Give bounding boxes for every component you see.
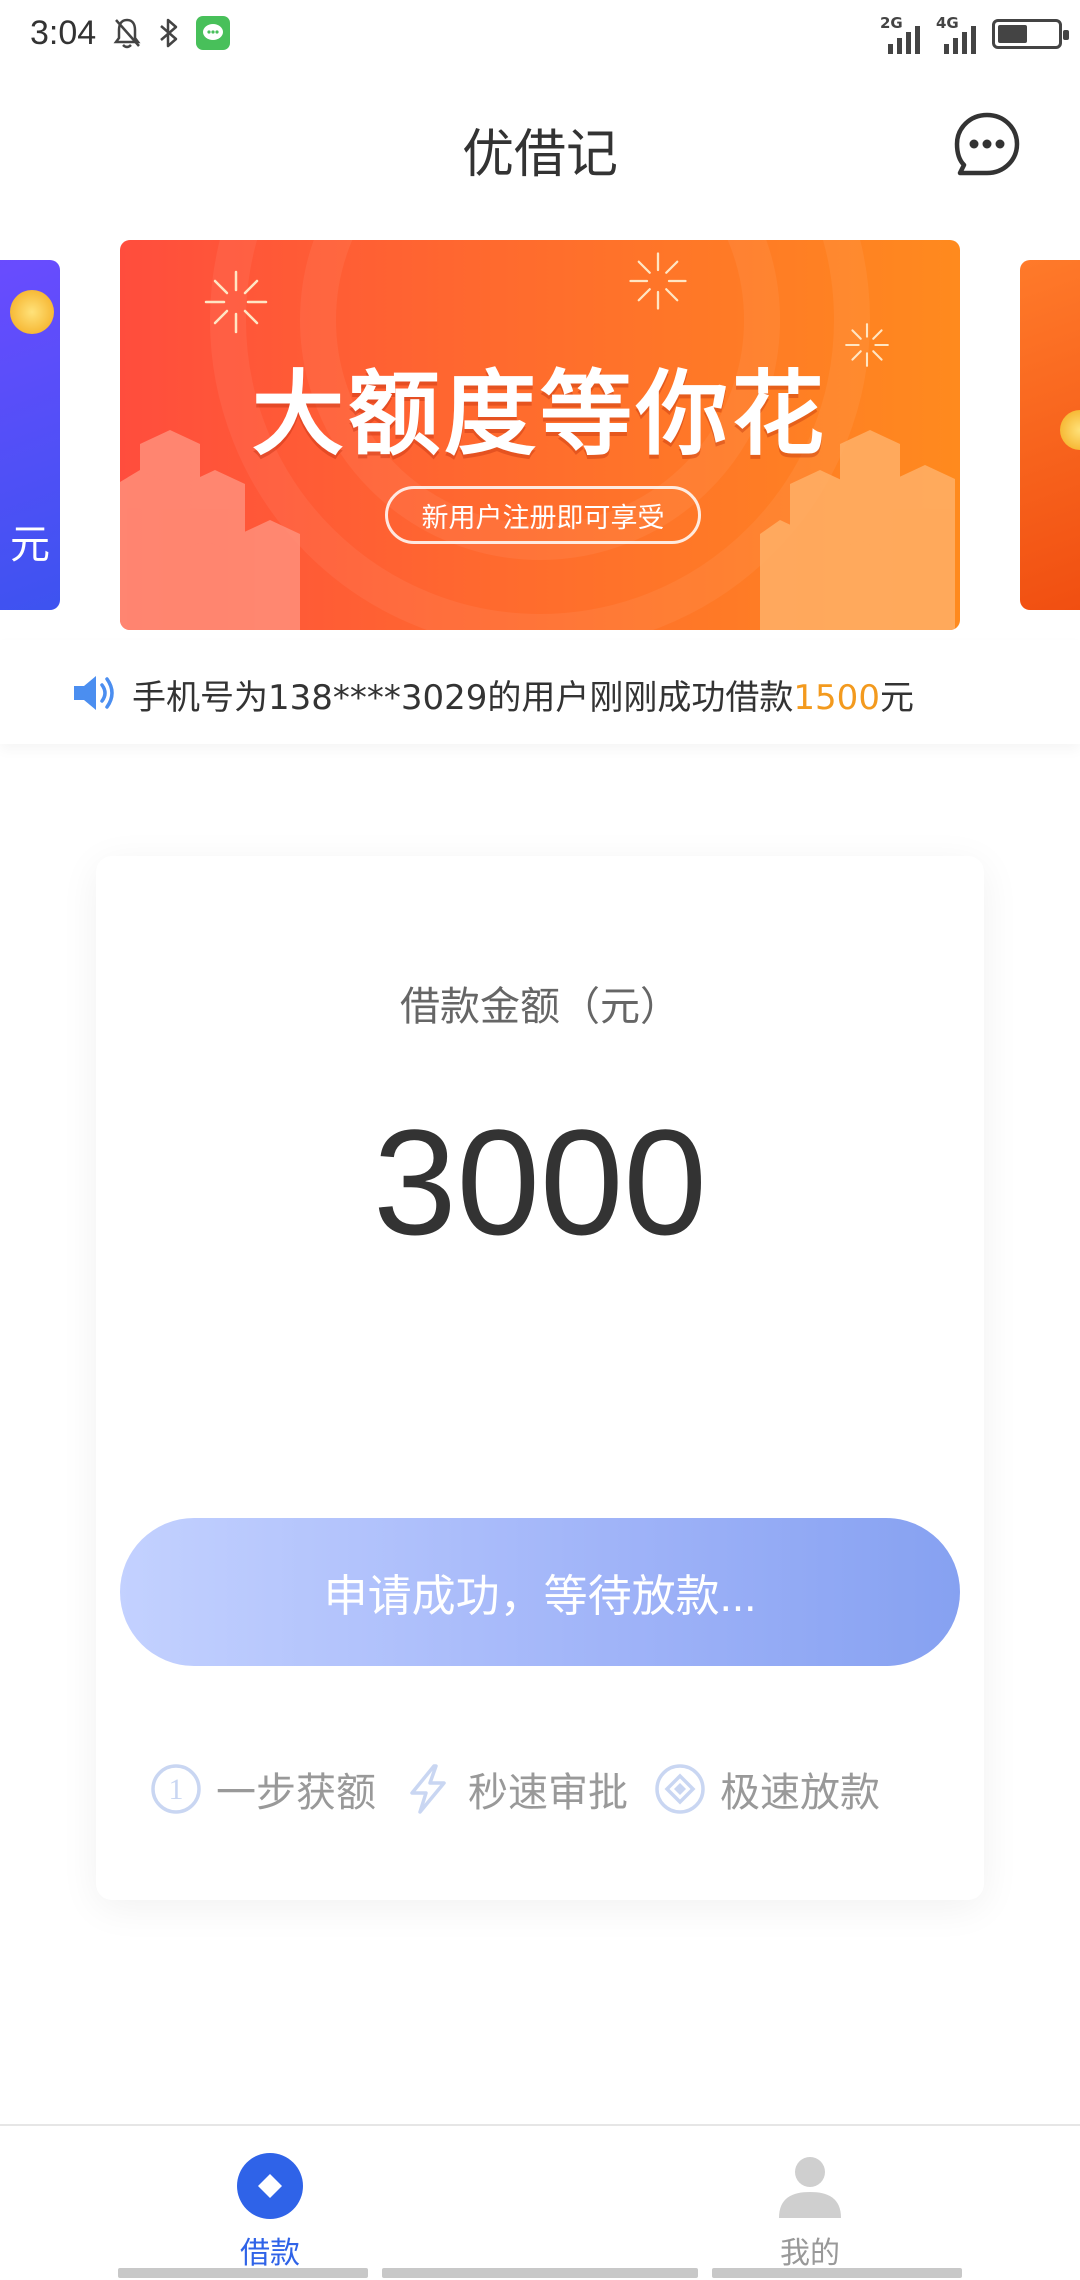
coin-icon xyxy=(10,290,54,334)
status-bar: 3:04 2G 4G xyxy=(0,0,1080,72)
feature-item: 极速放款 xyxy=(654,1760,880,1818)
feature-item: 1 一步获额 xyxy=(150,1760,376,1818)
banner-slide-previous[interactable]: 元 xyxy=(0,260,60,610)
gesture-bar-segment xyxy=(712,2268,962,2278)
app-header: 优借记 xyxy=(0,72,1080,212)
nav-label-mine: 我的 xyxy=(780,2236,840,2271)
lightning-icon xyxy=(410,1764,446,1814)
page-title: 优借记 xyxy=(461,125,618,185)
coin-icon xyxy=(1060,410,1080,450)
number-one-circle-icon: 1 xyxy=(151,1764,201,1814)
wechat-notification-icon xyxy=(196,16,230,50)
user-profile-icon xyxy=(779,2157,841,2218)
diamond-circle-icon xyxy=(655,1764,705,1814)
notice-text: 手机号为138****3029的用户刚刚成功借款1500元 xyxy=(132,678,914,718)
slide-char: 元 xyxy=(10,522,50,568)
feature-label: 一步获额 xyxy=(216,1770,376,1816)
customer-service-button[interactable] xyxy=(952,110,1022,180)
banner-title: 大额度等你花 xyxy=(251,361,828,468)
mute-bell-icon xyxy=(113,18,141,49)
bluetooth-icon xyxy=(160,18,178,48)
chat-bubble-icon xyxy=(954,112,1020,176)
status-button-label: 申请成功，等待放款... xyxy=(323,1572,757,1621)
signal-2g-icon: 2G xyxy=(880,14,922,54)
loan-card: 借款金额（元） 3000 申请成功，等待放款... 1 一步获额 秒速审批 极速… xyxy=(96,856,984,1900)
banner-subtitle: 新用户注册即可享受 xyxy=(421,502,665,534)
feature-list: 1 一步获额 秒速审批 极速放款 xyxy=(150,1760,906,1818)
firework-icon xyxy=(629,252,687,310)
svg-text:1: 1 xyxy=(169,1773,184,1806)
gesture-bar-segment xyxy=(118,2268,368,2278)
banner-slide-next[interactable] xyxy=(1020,260,1080,610)
nav-tab-mine[interactable]: 我的 xyxy=(740,2152,880,2271)
firework-icon xyxy=(204,270,268,334)
nav-tab-loan[interactable]: 借款 xyxy=(200,2152,340,2271)
loan-amount-label: 借款金额（元） xyxy=(400,984,680,1030)
feature-item: 秒速审批 xyxy=(402,1760,628,1818)
application-status-button[interactable]: 申请成功，等待放款... xyxy=(120,1518,960,1666)
loan-amount-value: 3000 xyxy=(373,1098,707,1266)
feature-label: 秒速审批 xyxy=(468,1770,628,1816)
banner-subtitle-pill: 新用户注册即可享受 xyxy=(385,486,701,544)
bottom-nav: 借款 我的 xyxy=(0,2124,1080,2280)
status-time: 3:04 xyxy=(30,14,97,52)
banner-slide-active[interactable]: 大额度等你花 新用户注册即可享受 xyxy=(120,240,960,630)
gesture-bar-segment xyxy=(382,2268,698,2278)
battery-icon xyxy=(992,19,1069,49)
signal-4g-icon: 4G xyxy=(936,14,978,54)
nav-label-loan: 借款 xyxy=(240,2236,300,2271)
loan-tab-icon xyxy=(237,2153,303,2219)
feature-label: 极速放款 xyxy=(720,1770,880,1816)
loan-notice-bar: 手机号为138****3029的用户刚刚成功借款1500元 xyxy=(0,640,1080,744)
notice-amount: 1500 xyxy=(793,678,880,718)
speaker-icon xyxy=(74,676,114,710)
banner-carousel[interactable]: 元 大额度等你花 新用户注册即可享受 xyxy=(0,238,1080,638)
